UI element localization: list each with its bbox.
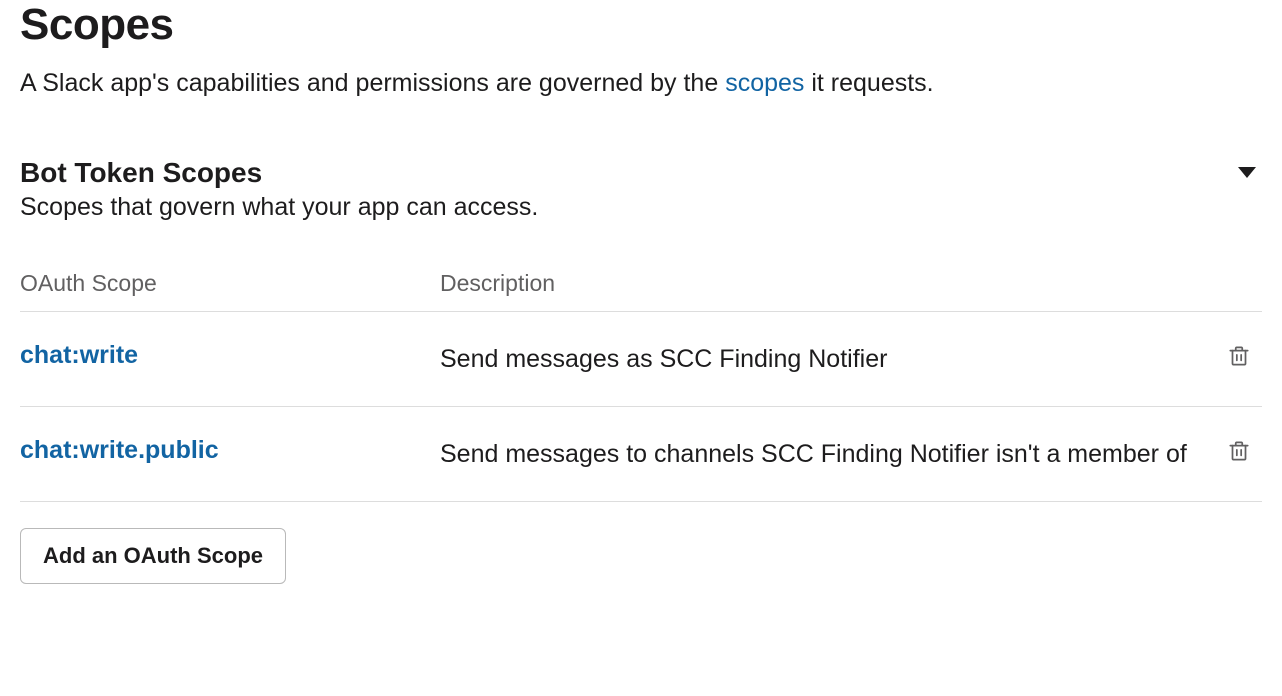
col-header-description: Description bbox=[440, 270, 1202, 312]
scope-row: chat:write.public Send messages to chann… bbox=[20, 407, 1262, 502]
scope-link[interactable]: chat:write.public bbox=[20, 436, 219, 464]
bot-scopes-title: Bot Token Scopes bbox=[20, 157, 1238, 189]
add-oauth-scope-button[interactable]: Add an OAuth Scope bbox=[20, 528, 286, 584]
scope-description: Send messages as SCC Finding Notifier bbox=[440, 312, 1202, 407]
page-title: Scopes bbox=[20, 0, 1262, 50]
collapse-caret-icon[interactable] bbox=[1238, 167, 1256, 178]
bot-scopes-table: OAuth Scope Description chat:write Send … bbox=[20, 270, 1262, 502]
delete-scope-button[interactable] bbox=[1222, 433, 1256, 472]
trash-icon bbox=[1226, 342, 1252, 373]
intro-prefix: A Slack app's capabilities and permissio… bbox=[20, 69, 725, 97]
col-header-actions bbox=[1202, 270, 1262, 312]
scope-link[interactable]: chat:write bbox=[20, 341, 138, 369]
delete-scope-button[interactable] bbox=[1222, 338, 1256, 377]
bot-scopes-header[interactable]: Bot Token Scopes Scopes that govern what… bbox=[20, 157, 1262, 222]
intro-text: A Slack app's capabilities and permissio… bbox=[20, 66, 1262, 101]
intro-suffix: it requests. bbox=[804, 69, 933, 97]
scopes-doc-link[interactable]: scopes bbox=[725, 69, 804, 97]
scope-row: chat:write Send messages as SCC Finding … bbox=[20, 312, 1262, 407]
scope-description: Send messages to channels SCC Finding No… bbox=[440, 407, 1202, 502]
trash-icon bbox=[1226, 437, 1252, 468]
bot-scopes-description: Scopes that govern what your app can acc… bbox=[20, 193, 1238, 222]
col-header-scope: OAuth Scope bbox=[20, 270, 440, 312]
